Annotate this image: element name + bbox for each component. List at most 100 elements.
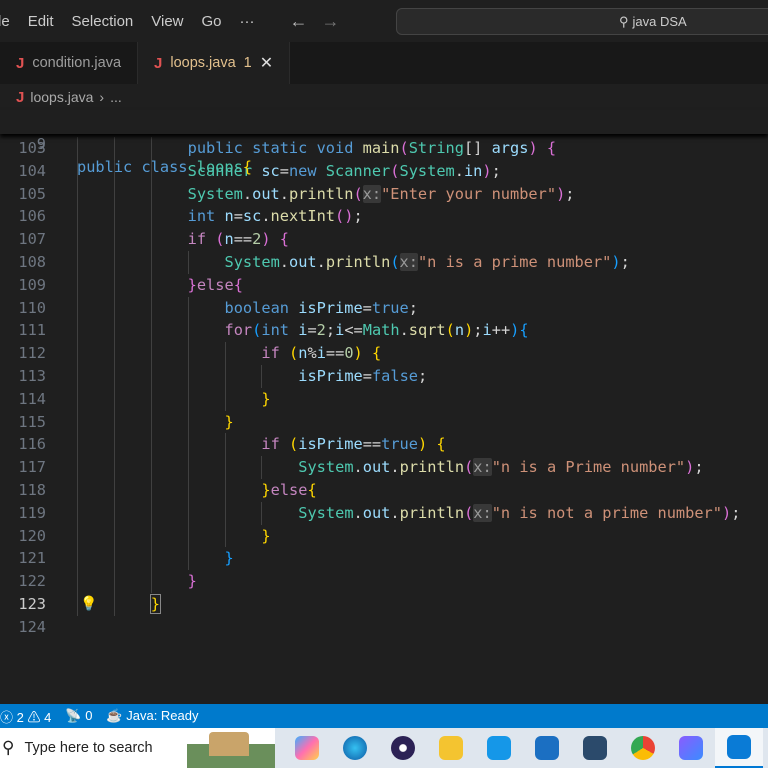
taskbar-app-edge[interactable]	[331, 728, 379, 768]
code-line[interactable]: 113 isPrime=false;	[0, 364, 768, 388]
close-icon[interactable]: ✕	[260, 53, 273, 73]
code-token: )	[464, 321, 474, 340]
problems-status[interactable]: ⓧ 2 ⚠ 4	[0, 707, 51, 726]
code-line[interactable]: 123} 💡	[0, 592, 768, 616]
indent-guide	[150, 342, 152, 365]
taskbar-app-copilot[interactable]	[283, 728, 331, 768]
taskbar-app-mail[interactable]	[475, 728, 523, 768]
line-number: 124	[18, 617, 46, 636]
indent-guide	[187, 342, 189, 365]
code-token: )	[353, 344, 372, 363]
code-line[interactable]: 120}	[0, 524, 768, 548]
code-line[interactable]: 110 boolean isPrime=true;	[0, 296, 768, 320]
breadcrumb-symbol[interactable]: ...	[110, 89, 122, 105]
code-editor[interactable]: 103 public static void main(String[] args…	[0, 137, 768, 639]
code-line[interactable]: 118}else{	[0, 478, 768, 502]
indent-guide	[150, 228, 152, 251]
indent-guide	[113, 296, 115, 320]
code-line[interactable]: 122}	[0, 570, 768, 593]
indent-guide	[187, 433, 189, 457]
code-line[interactable]: 121}	[0, 547, 768, 571]
menu-edit[interactable]: Edit	[19, 13, 63, 30]
tab-loops-java[interactable]: J loops.java 1 ✕	[138, 42, 291, 84]
code-token: }	[187, 572, 197, 591]
menu-selection[interactable]: Selection	[63, 13, 143, 30]
code-token: "n is a Prime number"	[491, 458, 686, 477]
code-token: out	[252, 184, 280, 203]
forward-arrow-icon[interactable]: →	[322, 11, 340, 32]
indent-guide	[187, 456, 189, 479]
code-line[interactable]: 116 if (isPrime==true) {	[0, 433, 768, 457]
file-explorer-icon	[439, 736, 463, 760]
code-token: System	[224, 252, 280, 271]
code-token: (	[399, 139, 409, 157]
java-status[interactable]: ☕ Java: Ready	[106, 708, 198, 724]
indent-guide	[113, 319, 115, 343]
taskbar-app-network-monitor[interactable]	[571, 728, 619, 768]
code-line[interactable]: 109}else{	[0, 273, 768, 297]
lightbulb-icon[interactable]: 💡	[80, 593, 97, 616]
code-token: 2	[316, 321, 326, 340]
code-line[interactable]: 114}	[0, 387, 768, 411]
code-token: else	[270, 480, 308, 499]
m365-icon	[679, 736, 703, 760]
line-number: 109	[18, 275, 46, 294]
code-token: []	[463, 139, 492, 157]
tab-label: condition.java	[32, 55, 122, 71]
menu-more[interactable]: ···	[231, 13, 264, 30]
code-line[interactable]: 115}	[0, 410, 768, 434]
code-line[interactable]: 108 System.out.println(x:"n is a prime nu…	[0, 250, 768, 274]
sticky-scroll-header[interactable]: 9 public class loops{	[0, 110, 768, 176]
store-icon	[535, 736, 559, 760]
code-token: =	[233, 207, 243, 226]
taskbar-search[interactable]: ⚲ Type here to search	[0, 728, 275, 768]
code-line[interactable]: 107 if (n==2) {	[0, 228, 768, 251]
menu-view[interactable]: View	[142, 13, 192, 30]
code-line[interactable]: 106 int n=sc.nextInt();	[0, 205, 768, 229]
indent-guide	[113, 547, 115, 571]
code-token: )	[721, 503, 732, 522]
code-line[interactable]: 119 System.out.println(x:"n is not a prim…	[0, 501, 768, 525]
taskbar-app-m365[interactable]	[667, 728, 715, 768]
taskbar-app-eclipse[interactable]	[379, 728, 427, 768]
code-token: nextInt	[270, 207, 336, 226]
code-token: println	[399, 458, 465, 477]
code-token: void	[316, 139, 363, 157]
indent-guide	[77, 547, 78, 571]
back-arrow-icon[interactable]: ←	[290, 11, 308, 32]
indent-guide	[224, 456, 226, 479]
command-center-search[interactable]: ⚲ java DSA	[396, 8, 768, 35]
taskbar-app-file-explorer[interactable]	[427, 728, 475, 768]
taskbar-app-vscode[interactable]	[715, 728, 763, 768]
code-line[interactable]: 111 for(int i=2;i<=Math.sqrt(n);i++){	[0, 319, 768, 343]
code-line[interactable]: 105 System.out.println(x:"Enter your numb…	[0, 182, 768, 206]
code-token: )	[556, 184, 566, 203]
search-highlight-image	[187, 728, 275, 768]
indent-guide	[150, 296, 152, 320]
indent-guide	[187, 547, 189, 571]
menu-go[interactable]: Go	[193, 13, 231, 30]
mail-icon	[487, 736, 511, 760]
taskbar-app-store[interactable]	[523, 728, 571, 768]
code-line[interactable]: 117 System.out.println(x:"n is a Prime nu…	[0, 456, 768, 479]
code-token: ;	[565, 184, 575, 203]
indent-guide	[113, 592, 115, 616]
warning-icon: ⚠	[27, 709, 41, 725]
code-token: .	[242, 184, 253, 203]
code-text: }else{	[261, 479, 316, 502]
indent-guide	[113, 182, 115, 206]
tab-condition-java[interactable]: J condition.java	[0, 42, 139, 84]
indent-guide	[150, 250, 152, 274]
code-token: ()	[335, 207, 354, 226]
code-token: ==	[325, 344, 345, 363]
code-line[interactable]: 124	[0, 616, 768, 639]
taskbar-app-chrome[interactable]	[619, 728, 667, 768]
breadcrumb-file[interactable]: loops.java	[30, 89, 93, 105]
indent-guide	[113, 570, 115, 593]
menu-file[interactable]: le	[0, 13, 19, 30]
code-token: {	[279, 230, 289, 249]
indent-guide	[77, 456, 78, 479]
code-token: }	[261, 526, 271, 545]
code-line[interactable]: 112 if (n%i==0) {	[0, 342, 768, 365]
ports-status[interactable]: 📡 0	[65, 708, 92, 724]
